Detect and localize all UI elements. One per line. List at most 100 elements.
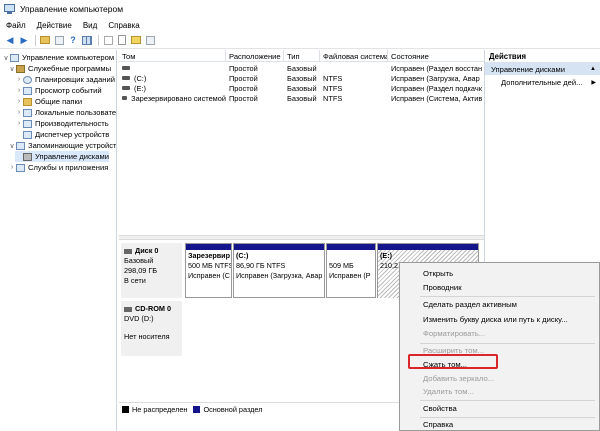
checkbox-icon[interactable] bbox=[102, 34, 114, 46]
tree-item-task-scheduler[interactable]: › Планировщик заданий bbox=[15, 74, 115, 85]
table-row[interactable]: (E:) Простой Базовый NTFS Исправен (Разд… bbox=[119, 83, 484, 93]
legend-primary: Основной раздел bbox=[203, 405, 263, 414]
expand-arrow-icon[interactable]: › bbox=[15, 98, 23, 105]
table-row[interactable]: (C:) Простой Базовый NTFS Исправен (Загр… bbox=[119, 73, 484, 83]
unallocated-swatch bbox=[122, 406, 129, 413]
cell-type: Базовый bbox=[287, 93, 317, 103]
column-type[interactable]: Тип bbox=[284, 50, 320, 62]
storage-icon bbox=[16, 141, 25, 150]
expand-arrow-icon[interactable]: ∨ bbox=[8, 65, 16, 73]
disk-0-label[interactable]: Диск 0 Базовый 298,09 ГБ В сети bbox=[121, 243, 182, 298]
toolbar-separator bbox=[35, 34, 36, 46]
expand-arrow-icon[interactable]: › bbox=[15, 87, 23, 94]
help-icon[interactable]: ? bbox=[67, 34, 79, 46]
menu-action[interactable]: Действие bbox=[37, 21, 72, 30]
ctx-help[interactable]: Справка bbox=[400, 418, 599, 431]
menu-view[interactable]: Вид bbox=[83, 21, 97, 30]
computer-management-icon bbox=[4, 4, 15, 14]
ctx-explorer[interactable]: Проводник bbox=[400, 281, 599, 294]
users-icon bbox=[23, 108, 32, 117]
list-view-icon[interactable] bbox=[81, 34, 93, 46]
cell-location: Простой bbox=[229, 83, 258, 93]
tree-item-shared-folders[interactable]: › Общие папки bbox=[15, 96, 82, 107]
forward-arrow-icon[interactable]: ▶ bbox=[18, 34, 30, 46]
pane-splitter[interactable] bbox=[119, 235, 484, 240]
toolbar-separator bbox=[98, 34, 99, 46]
back-arrow-icon[interactable]: ◀ bbox=[4, 34, 16, 46]
tree-item-label: Запоминающие устройств bbox=[28, 141, 117, 150]
cell-status: Исправен (Загрузка, Авар bbox=[391, 73, 480, 83]
ctx-add-mirror: Добавить зеркало... bbox=[423, 374, 495, 383]
tree-item-local-users[interactable]: › Локальные пользовате bbox=[15, 107, 116, 118]
column-location[interactable]: Расположение bbox=[226, 50, 284, 62]
context-menu: Открыть Проводник Сделать раздел активны… bbox=[399, 262, 600, 431]
cdrom-0-label[interactable]: CD-ROM 0 DVD (D:) Нет носителя bbox=[121, 301, 182, 356]
grid-view-icon[interactable] bbox=[144, 34, 156, 46]
menu-file[interactable]: Файл bbox=[6, 21, 26, 30]
expand-arrow-icon[interactable]: › bbox=[15, 109, 23, 116]
column-volume[interactable]: Том bbox=[119, 50, 226, 62]
tree-item-disk-management[interactable]: Управление дисками bbox=[15, 151, 109, 162]
cell-type: Базовый bbox=[287, 63, 317, 73]
cell-fs bbox=[320, 63, 388, 73]
properties-icon[interactable] bbox=[53, 34, 65, 46]
ctx-properties[interactable]: Свойства bbox=[400, 402, 599, 415]
cell-fs: NTFS bbox=[323, 93, 343, 103]
window-title: Управление компьютером bbox=[20, 4, 124, 14]
menu-bar: Файл Действие Вид Справка bbox=[0, 18, 600, 32]
ctx-open[interactable]: Открыть bbox=[400, 267, 599, 280]
tree-item-storage[interactable]: ∨ Запоминающие устройств bbox=[8, 140, 117, 151]
ctx-format: Форматировать... bbox=[423, 329, 486, 338]
expand-arrow-icon[interactable]: › bbox=[15, 120, 23, 127]
computer-icon bbox=[10, 53, 19, 62]
partition-recovery[interactable]: 509 МБ Исправен (Р bbox=[326, 243, 376, 298]
disk-type: Базовый bbox=[124, 256, 154, 265]
tree-item-label: Службы и приложения bbox=[28, 163, 109, 172]
device-manager-icon bbox=[23, 130, 32, 139]
tree-item-performance[interactable]: › Производительность bbox=[15, 118, 109, 129]
disk-size: 298,09 ГБ bbox=[124, 266, 158, 275]
expand-arrow-icon[interactable]: ∨ bbox=[2, 54, 10, 62]
collapse-arrow-icon[interactable]: ▲ bbox=[590, 66, 596, 72]
folder-up-icon[interactable] bbox=[39, 34, 51, 46]
actions-more[interactable]: Дополнительные дей... ▶ bbox=[485, 75, 600, 89]
cdrom-type: DVD (D:) bbox=[124, 314, 154, 323]
ctx-separator bbox=[420, 296, 595, 297]
cell-location: Простой bbox=[229, 93, 258, 103]
expand-arrow-icon[interactable]: › bbox=[15, 76, 23, 83]
submenu-arrow-icon: ▶ bbox=[591, 79, 596, 86]
doc-icon[interactable] bbox=[116, 34, 128, 46]
title-bar: Управление компьютером bbox=[0, 0, 600, 18]
column-file-system[interactable]: Файловая система bbox=[320, 50, 388, 62]
table-row[interactable]: Простой Базовый Исправен (Раздел восстан bbox=[119, 63, 484, 73]
tree-item-label: Локальные пользовате bbox=[35, 108, 117, 117]
tree-item-system-tools[interactable]: ∨ Служебные программы bbox=[8, 63, 111, 74]
ctx-separator bbox=[420, 400, 595, 401]
partition-reserved[interactable]: Зарезервир 500 МБ NTFS Исправен (С bbox=[185, 243, 232, 298]
column-status[interactable]: Состояние bbox=[388, 50, 484, 62]
cell-location: Простой bbox=[229, 73, 258, 83]
help-doc-icon[interactable] bbox=[130, 34, 142, 46]
cell-type: Базовый bbox=[287, 83, 317, 93]
cell-volume: Зарезервировано системой bbox=[119, 93, 226, 103]
table-row[interactable]: Зарезервировано системой Простой Базовый… bbox=[119, 93, 484, 103]
expand-arrow-icon[interactable]: › bbox=[8, 164, 16, 171]
tree-item-services-apps[interactable]: › Службы и приложения bbox=[8, 162, 109, 173]
disk-icon bbox=[124, 248, 132, 254]
tree-item-label: Диспетчер устройств bbox=[35, 130, 110, 139]
actions-disk-management[interactable]: Управление дисками ▲ bbox=[485, 63, 600, 75]
cdrom-status: Нет носителя bbox=[124, 332, 170, 341]
tree-item-device-manager[interactable]: Диспетчер устройств bbox=[15, 129, 109, 140]
event-viewer-icon bbox=[23, 86, 32, 95]
menu-help[interactable]: Справка bbox=[108, 21, 139, 30]
volume-icon bbox=[122, 96, 128, 100]
ctx-make-active[interactable]: Сделать раздел активным bbox=[400, 298, 599, 311]
disk-status: В сети bbox=[124, 276, 146, 285]
cell-fs: NTFS bbox=[323, 83, 343, 93]
expand-arrow-icon[interactable]: ∨ bbox=[8, 142, 16, 150]
tree-item-event-viewer[interactable]: › Просмотр событий bbox=[15, 85, 102, 96]
ctx-change-letter[interactable]: Изменить букву диска или путь к диску... bbox=[400, 313, 599, 326]
tree-item-computer-management[interactable]: ∨ Управление компьютером (л bbox=[2, 52, 116, 63]
partition-c[interactable]: (C:) 86,90 ГБ NTFS Исправен (Загрузка, Ава… bbox=[233, 243, 325, 298]
disk-management-icon bbox=[23, 152, 32, 161]
